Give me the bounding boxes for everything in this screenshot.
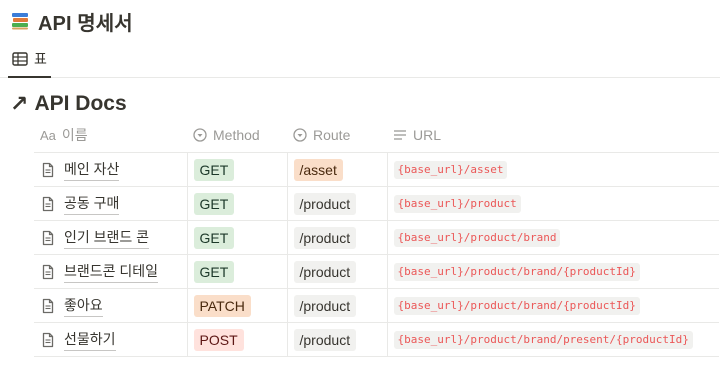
cell-method[interactable]: GET	[187, 152, 288, 187]
table-row[interactable]: 메인 자산 GET/asset {base_url}/asset	[34, 152, 719, 187]
cell-name[interactable]: 좋아요	[34, 288, 188, 323]
row-title[interactable]: 메인 자산	[64, 159, 120, 181]
route-tag: /product	[293, 328, 357, 351]
linked-arrow-icon: ↗	[10, 91, 29, 116]
view-tabs: 표	[0, 42, 720, 78]
route-tag: /product	[293, 294, 357, 317]
route-tag: /product	[293, 260, 357, 283]
cell-route[interactable]: /product	[287, 220, 388, 255]
url-code: {base_url}/product/brand/present/{produc…	[393, 331, 693, 349]
url-code: {base_url}/product/brand/{productId}	[393, 297, 640, 315]
table-row[interactable]: 인기 브랜드 콘 GET/product {base_url}/product/br…	[34, 220, 719, 255]
cell-name[interactable]: 메인 자산	[34, 152, 188, 187]
cell-url[interactable]: {base_url}/product/brand/{productId}	[387, 288, 719, 323]
database-title[interactable]: ↗ API Docs	[10, 90, 127, 118]
cell-route[interactable]: /product	[287, 322, 388, 357]
method-tag: GET	[193, 260, 235, 283]
select-property-icon	[193, 128, 207, 142]
table-icon	[12, 52, 28, 66]
column-header-label: 이름	[61, 127, 88, 143]
cell-method[interactable]: GET	[187, 186, 288, 221]
database-title-text: API Docs	[34, 92, 127, 115]
column-header-label: Route	[313, 127, 351, 143]
page-header: API 명세서	[10, 6, 133, 36]
cell-url[interactable]: {base_url}/product/brand/present/{produc…	[387, 322, 719, 357]
url-code: {base_url}/product	[393, 195, 521, 213]
cell-route[interactable]: /asset	[287, 152, 388, 187]
table-row[interactable]: 좋아요 PATCH/product {base_url}/product/brand…	[34, 288, 719, 323]
books-icon	[12, 13, 28, 30]
tab-label: 표	[34, 51, 47, 67]
text-lines-icon	[394, 130, 406, 140]
select-property-icon	[293, 128, 307, 142]
page-title: API 명세서	[38, 12, 133, 35]
cell-route[interactable]: /product	[287, 186, 388, 221]
row-title[interactable]: 선물하기	[64, 329, 116, 351]
page-icon	[42, 332, 54, 347]
page-icon	[42, 230, 54, 245]
method-tag: POST	[193, 328, 244, 351]
title-property-icon: Aa	[40, 127, 56, 143]
method-tag: GET	[193, 226, 235, 249]
row-title[interactable]: 브랜드콘 디테일	[64, 261, 159, 283]
table-row[interactable]: 선물하기 POST/product {base_url}/product/brand…	[34, 322, 719, 357]
cell-url[interactable]: {base_url}/product/brand	[387, 220, 719, 255]
method-tag: GET	[193, 192, 235, 215]
database-table: Aa 이름 Method Route URL 메인 자산 GET/asset {ba…	[34, 118, 719, 357]
cell-url[interactable]: {base_url}/product/brand/{productId}	[387, 254, 719, 289]
cell-method[interactable]: GET	[187, 220, 288, 255]
page-icon	[42, 298, 54, 313]
route-tag: /product	[293, 226, 357, 249]
url-code: {base_url}/asset	[393, 161, 508, 179]
url-code: {base_url}/product/brand/{productId}	[393, 263, 640, 281]
page-icon	[42, 264, 54, 279]
method-tag: PATCH	[193, 294, 251, 317]
table-row[interactable]: 공동 구매 GET/product {base_url}/product	[34, 186, 719, 221]
cell-method[interactable]: GET	[187, 254, 288, 289]
table-header-row: Aa 이름 Method Route URL	[34, 118, 719, 153]
url-code: {base_url}/product/brand	[393, 229, 561, 247]
page-icon	[42, 196, 54, 211]
cell-url[interactable]: {base_url}/asset	[387, 152, 719, 187]
row-title[interactable]: 공동 구매	[64, 193, 120, 215]
method-tag: GET	[193, 158, 235, 181]
column-header-route[interactable]: Route	[287, 118, 387, 153]
row-title[interactable]: 좋아요	[64, 295, 103, 317]
cell-name[interactable]: 선물하기	[34, 322, 188, 357]
cell-method[interactable]: POST	[187, 322, 288, 357]
cell-name[interactable]: 브랜드콘 디테일	[34, 254, 188, 289]
tab-table-view[interactable]: 표	[8, 42, 51, 78]
cell-name[interactable]: 인기 브랜드 콘	[34, 220, 188, 255]
cell-name[interactable]: 공동 구매	[34, 186, 188, 221]
cell-method[interactable]: PATCH	[187, 288, 288, 323]
route-tag: /product	[293, 192, 357, 215]
table-row[interactable]: 브랜드콘 디테일 GET/product {base_url}/product/br…	[34, 254, 719, 289]
column-header-method[interactable]: Method	[187, 118, 287, 153]
cell-url[interactable]: {base_url}/product	[387, 186, 719, 221]
route-tag: /asset	[293, 158, 343, 181]
column-header-label: Method	[213, 127, 260, 143]
cell-route[interactable]: /product	[287, 254, 388, 289]
column-header-url[interactable]: URL	[387, 118, 719, 153]
row-title[interactable]: 인기 브랜드 콘	[64, 227, 150, 249]
column-header-name[interactable]: Aa 이름	[34, 118, 187, 153]
cell-route[interactable]: /product	[287, 288, 388, 323]
page-icon	[42, 162, 54, 177]
column-header-label: URL	[413, 127, 442, 143]
